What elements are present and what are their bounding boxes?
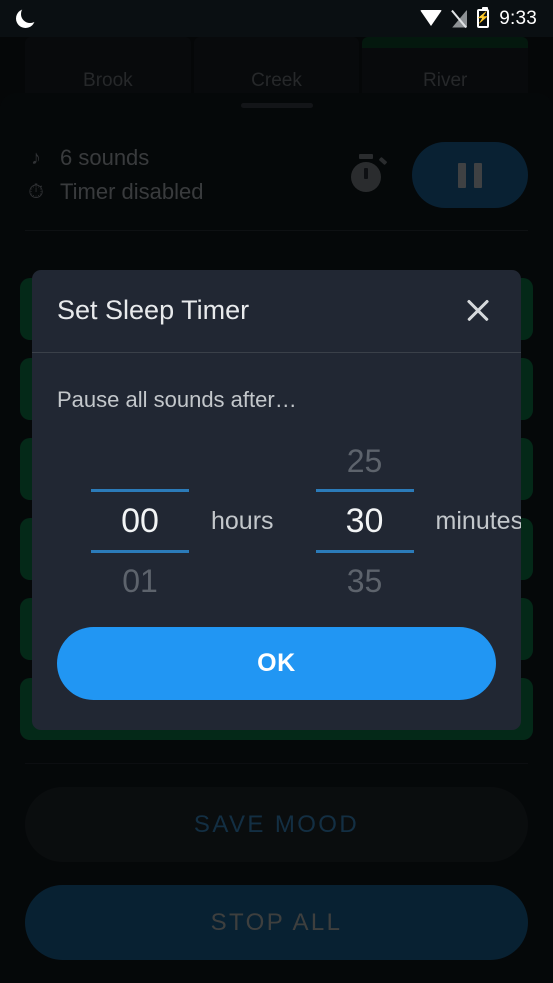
hours-unit-label: hours <box>211 506 274 535</box>
dialog-title: Set Sleep Timer <box>57 294 250 325</box>
hours-divider-top <box>91 489 189 492</box>
time-pickers: 00 01 hours 25 30 35 minutes <box>32 413 521 621</box>
minutes-picker[interactable]: 25 30 35 <box>315 439 414 603</box>
hours-picker[interactable]: 00 01 <box>91 439 189 603</box>
hours-divider-bottom <box>91 550 189 553</box>
dialog-actions: OK <box>32 621 521 730</box>
minutes-unit-label: minutes <box>435 506 521 535</box>
status-bar-right: ⚡ 9:33 <box>420 7 537 30</box>
dialog-title-bar: Set Sleep Timer <box>32 270 521 353</box>
hours-selected-value: 00 <box>121 502 159 540</box>
app-screen: ⚡ 9:33 Brook Creek River ♪ 6 sounds ⏱ <box>0 0 553 983</box>
status-bar-left <box>16 9 35 28</box>
hours-next-value: 01 <box>122 563 158 599</box>
moon-icon <box>16 9 35 28</box>
ok-button[interactable]: OK <box>57 627 496 700</box>
minutes-next-value: 35 <box>346 563 383 599</box>
status-bar-clock: 9:33 <box>499 7 537 29</box>
minutes-previous-value: 25 <box>346 443 383 479</box>
signal-off-icon <box>452 10 467 28</box>
minutes-divider-bottom <box>315 550 414 553</box>
hours-picker-group: 00 01 hours <box>91 439 274 603</box>
sleep-timer-dialog: Set Sleep Timer Pause all sounds after… … <box>32 270 521 730</box>
battery-charging-icon: ⚡ <box>476 7 490 28</box>
close-icon[interactable] <box>460 292 496 328</box>
minutes-divider-top <box>315 489 414 492</box>
status-bar: ⚡ 9:33 <box>0 0 553 37</box>
wifi-icon <box>420 10 443 26</box>
dialog-subtitle: Pause all sounds after… <box>57 387 297 412</box>
minutes-selected-value: 30 <box>345 502 384 540</box>
minutes-picker-group: 25 30 35 minutes <box>315 439 521 603</box>
